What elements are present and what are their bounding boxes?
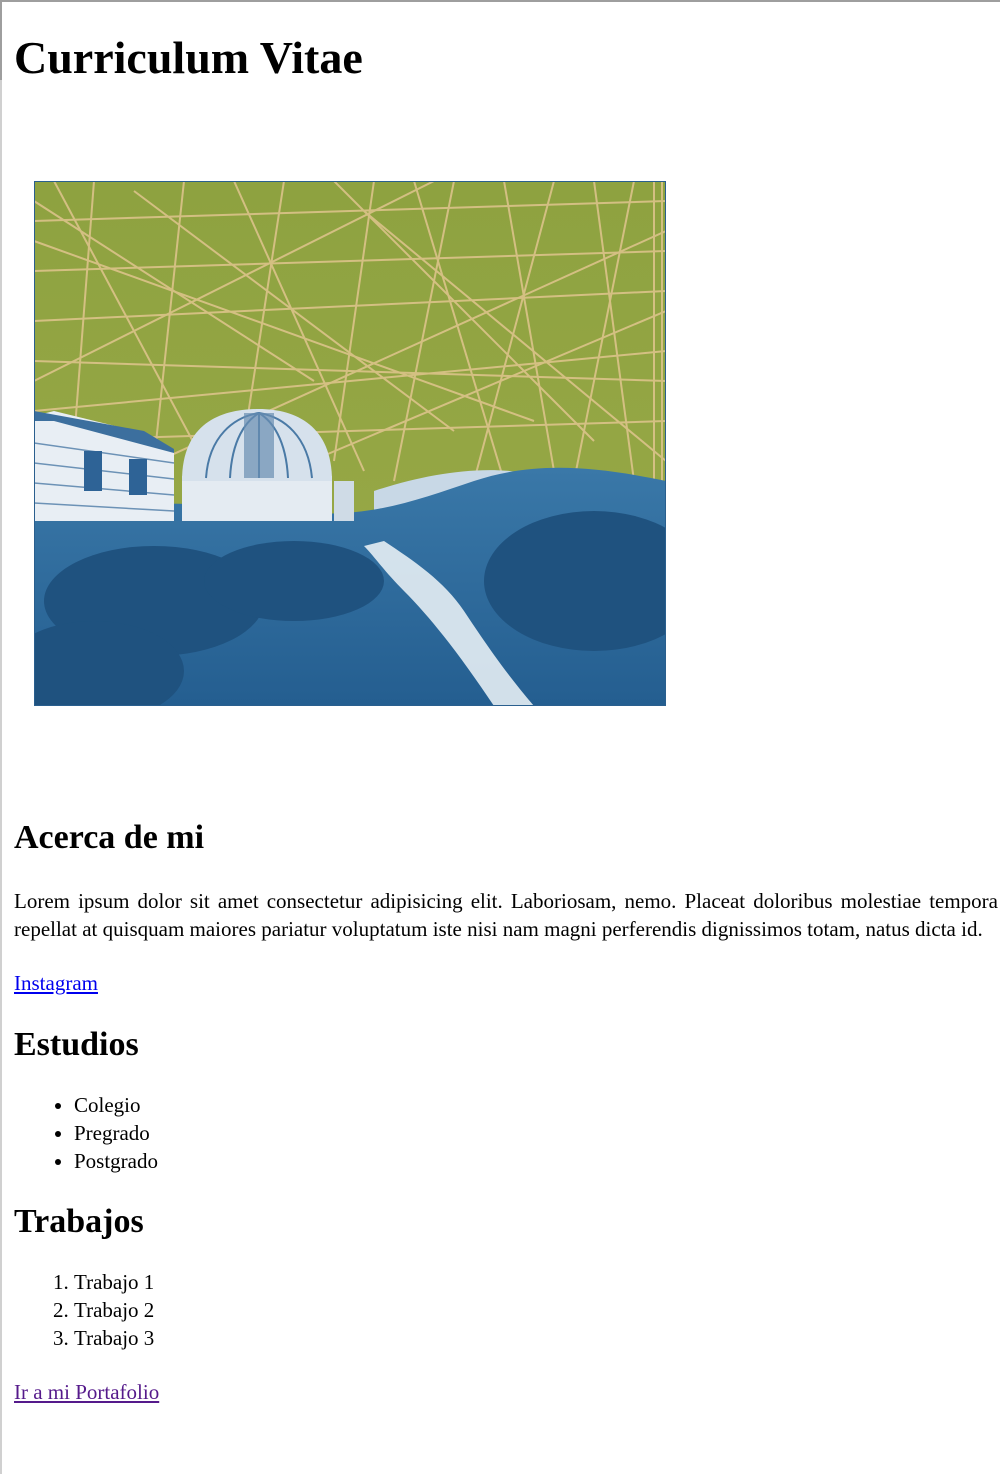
window-border-left: [0, 0, 2, 1474]
list-item: Trabajo 2: [74, 1296, 998, 1324]
about-text: Lorem ipsum dolor sit amet consectetur a…: [14, 889, 998, 941]
observatory-photo-icon: [34, 181, 666, 706]
jobs-list: Trabajo 1 Trabajo 2 Trabajo 3: [14, 1268, 998, 1352]
list-item: Pregrado: [74, 1119, 998, 1147]
portfolio-link[interactable]: Ir a mi Portafolio: [14, 1380, 159, 1404]
list-item: Trabajo 3: [74, 1324, 998, 1352]
jobs-heading: Trabajos: [14, 1203, 144, 1240]
instagram-link[interactable]: Instagram: [14, 971, 98, 995]
list-item: Postgrado: [74, 1147, 998, 1175]
page-content: Curriculum Vitae Acerca de mi Lorem ipsu…: [14, 0, 998, 1406]
studies-heading: Estudios: [14, 1026, 139, 1063]
about-heading: Acerca de mi: [14, 819, 205, 856]
hero-image: [34, 181, 666, 706]
list-item: Colegio: [74, 1091, 998, 1119]
list-item: Trabajo 1: [74, 1268, 998, 1296]
page-title: Curriculum Vitae: [14, 32, 363, 83]
studies-list: Colegio Pregrado Postgrado: [14, 1091, 998, 1175]
